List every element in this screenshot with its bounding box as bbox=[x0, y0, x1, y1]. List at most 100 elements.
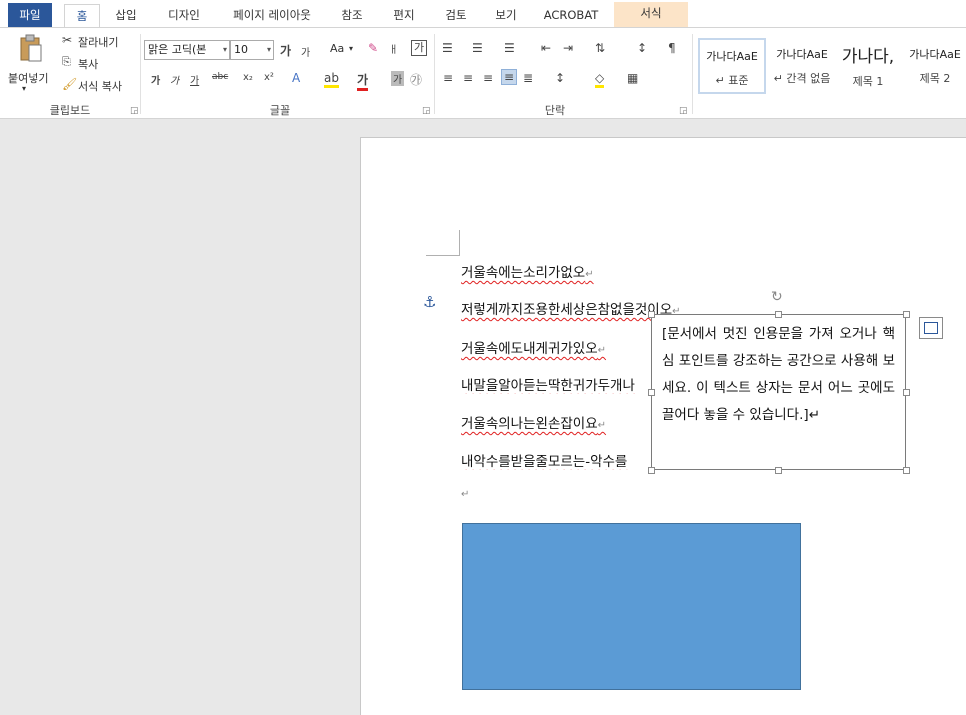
margin-corner-mark bbox=[459, 230, 460, 256]
style-name: 제목 1 bbox=[852, 75, 884, 88]
paragraph-mark: ↵ bbox=[585, 269, 594, 280]
copy-button[interactable]: 복사 bbox=[78, 56, 98, 72]
style-sample: 가나다, bbox=[841, 47, 895, 67]
align-left-icon[interactable]: ≡ bbox=[443, 71, 453, 85]
strikethrough-icon[interactable]: abc bbox=[212, 72, 228, 82]
ribbon: 붙여넣기 ▾ ✂ 잘라내기 ⎘ 복사 🖌 서식 복사 클립보드 ◲ 맑은 고딕(… bbox=[0, 27, 966, 119]
paragraph-line[interactable]: 거울속에도내게귀가있오↵ bbox=[461, 337, 606, 357]
show-marks-icon[interactable]: ¶ bbox=[668, 41, 676, 55]
font-size-combo[interactable]: 10 ▾ bbox=[230, 40, 274, 60]
superscript-icon[interactable]: x² bbox=[264, 72, 274, 83]
resize-handle[interactable] bbox=[648, 467, 655, 474]
tab-acrobat[interactable]: ACROBAT bbox=[536, 4, 606, 28]
resize-handle[interactable] bbox=[648, 389, 655, 396]
anchor-icon[interactable]: ⚓ bbox=[423, 293, 436, 311]
paragraph-line[interactable]: 거울속의나는왼손잡이요↵ bbox=[461, 412, 606, 432]
paragraph-line[interactable]: 거울속에는소리가없오↵ bbox=[461, 261, 594, 281]
character-border-icon[interactable]: 가 bbox=[411, 40, 427, 56]
clear-formatting-icon[interactable]: ✎ bbox=[368, 41, 378, 55]
shading-icon[interactable]: ◇ bbox=[595, 71, 605, 88]
paragraph-line[interactable]: 내악수를받을줄모르는-악수를 bbox=[461, 450, 651, 470]
style-name: ↵ 표준 bbox=[715, 74, 749, 87]
phonetic-guide-icon[interactable]: ㅐ bbox=[389, 41, 398, 56]
font-name-value: 맑은 고딕(본 bbox=[148, 43, 207, 56]
text-effects-icon[interactable]: A bbox=[292, 71, 300, 85]
layout-options-icon[interactable] bbox=[919, 317, 943, 339]
align-right-icon[interactable]: ≡ bbox=[483, 71, 493, 85]
cut-button[interactable]: 잘라내기 bbox=[78, 34, 118, 50]
paragraph-launcher-icon[interactable]: ◲ bbox=[679, 106, 688, 116]
tab-references[interactable]: 참조 bbox=[330, 4, 374, 28]
tab-file[interactable]: 파일 bbox=[8, 3, 52, 27]
resize-handle[interactable] bbox=[903, 467, 910, 474]
change-case-button[interactable]: Aa bbox=[330, 42, 344, 55]
copy-icon[interactable]: ⎘ bbox=[62, 55, 71, 69]
tab-view[interactable]: 보기 bbox=[486, 4, 526, 28]
paragraph-group-label: 단락 bbox=[544, 104, 566, 117]
scissors-icon[interactable]: ✂ bbox=[62, 33, 72, 47]
resize-handle[interactable] bbox=[903, 389, 910, 396]
resize-handle[interactable] bbox=[775, 311, 782, 318]
underline-icon[interactable]: 가 bbox=[190, 72, 199, 87]
ribbon-tabs: 파일 홈 삽입 디자인 페이지 레이아웃 참조 편지 검토 보기 ACROBAT… bbox=[0, 0, 966, 28]
paste-button[interactable]: 붙여넣기 bbox=[8, 70, 48, 86]
tab-review[interactable]: 검토 bbox=[434, 4, 478, 28]
tab-design[interactable]: 디자인 bbox=[156, 4, 212, 28]
font-launcher-icon[interactable]: ◲ bbox=[422, 106, 431, 116]
resize-handle[interactable] bbox=[648, 311, 655, 318]
grow-font-icon[interactable]: 가 bbox=[280, 42, 291, 59]
format-painter-button[interactable]: 서식 복사 bbox=[78, 78, 122, 94]
chevron-down-icon: ▾ bbox=[266, 45, 271, 54]
increase-indent-icon[interactable]: ⇥ bbox=[563, 41, 573, 55]
format-painter-icon[interactable]: 🖌 bbox=[62, 77, 77, 91]
sort-icon[interactable]: ↕ bbox=[637, 41, 647, 55]
style-heading-1[interactable]: 가나다, 제목 1 bbox=[834, 38, 902, 94]
paragraph-mark: ↵ bbox=[597, 420, 607, 431]
group-divider bbox=[434, 34, 435, 114]
asian-layout-icon[interactable]: ⇅ bbox=[595, 41, 605, 55]
justify-icon[interactable]: ≡ bbox=[501, 69, 518, 85]
bullets-icon[interactable]: ☰ bbox=[442, 41, 453, 55]
text-box-content[interactable]: [문서에서 멋진 인용문을 가져 오거나 핵심 포인트를 강조하는 공간으로 사… bbox=[662, 326, 895, 423]
tab-page-layout[interactable]: 페이지 레이아웃 bbox=[222, 4, 322, 28]
quote-text-box[interactable]: [문서에서 멋진 인용문을 가져 오거나 핵심 포인트를 강조하는 공간으로 사… bbox=[651, 314, 906, 470]
align-center-icon[interactable]: ≡ bbox=[463, 71, 473, 85]
rotate-handle-icon[interactable]: ↻ bbox=[771, 289, 783, 305]
style-no-spacing[interactable]: 가나다AaE ↵ 간격 없음 bbox=[768, 38, 836, 94]
chevron-down-icon[interactable]: ▾ bbox=[349, 44, 353, 53]
group-divider bbox=[692, 34, 693, 114]
clipboard-group-label: 클립보드 bbox=[49, 104, 91, 117]
font-color-icon[interactable]: 가 bbox=[357, 71, 369, 91]
style-normal[interactable]: 가나다AaE ↵ 표준 bbox=[698, 38, 766, 94]
margin-corner-mark bbox=[426, 255, 460, 256]
rectangle-shape[interactable] bbox=[462, 523, 801, 690]
italic-icon[interactable]: 가 bbox=[170, 72, 179, 87]
style-sample: 가나다AaE bbox=[706, 50, 758, 63]
subscript-icon[interactable]: x₂ bbox=[243, 72, 253, 83]
multilevel-list-icon[interactable]: ☰ bbox=[504, 41, 515, 55]
font-name-combo[interactable]: 맑은 고딕(본 ▾ bbox=[144, 40, 230, 60]
clipboard-launcher-icon[interactable]: ◲ bbox=[130, 106, 139, 116]
paste-icon[interactable] bbox=[18, 34, 44, 64]
style-heading-2[interactable]: 가나다AaE 제목 2 bbox=[904, 38, 966, 94]
font-group-label: 글꼴 bbox=[269, 104, 291, 117]
bold-icon[interactable]: 가 bbox=[151, 72, 160, 87]
numbering-icon[interactable]: ☰ bbox=[472, 41, 483, 55]
decrease-indent-icon[interactable]: ⇤ bbox=[541, 41, 551, 55]
tab-format[interactable]: 서식 bbox=[614, 2, 688, 28]
paragraph-line[interactable]: 내말을알아듣는딱한귀가두개나 bbox=[461, 374, 651, 394]
tab-home[interactable]: 홈 bbox=[64, 4, 100, 28]
highlight-color-icon[interactable]: ab bbox=[324, 71, 339, 88]
borders-icon[interactable]: ▦ bbox=[627, 71, 638, 85]
tab-mailings[interactable]: 편지 bbox=[382, 4, 426, 28]
distributed-icon[interactable]: ≣ bbox=[523, 71, 533, 85]
resize-handle[interactable] bbox=[903, 311, 910, 318]
chevron-down-icon[interactable]: ▾ bbox=[22, 84, 26, 93]
character-shading-icon[interactable]: 가 bbox=[391, 71, 405, 86]
line-spacing-icon[interactable]: ↕ bbox=[555, 71, 565, 85]
tab-insert[interactable]: 삽입 bbox=[106, 4, 146, 28]
enclose-characters-icon[interactable]: ㉮ bbox=[410, 71, 422, 88]
font-size-value: 10 bbox=[234, 43, 248, 56]
shrink-font-icon[interactable]: 가 bbox=[301, 44, 310, 59]
resize-handle[interactable] bbox=[775, 467, 782, 474]
